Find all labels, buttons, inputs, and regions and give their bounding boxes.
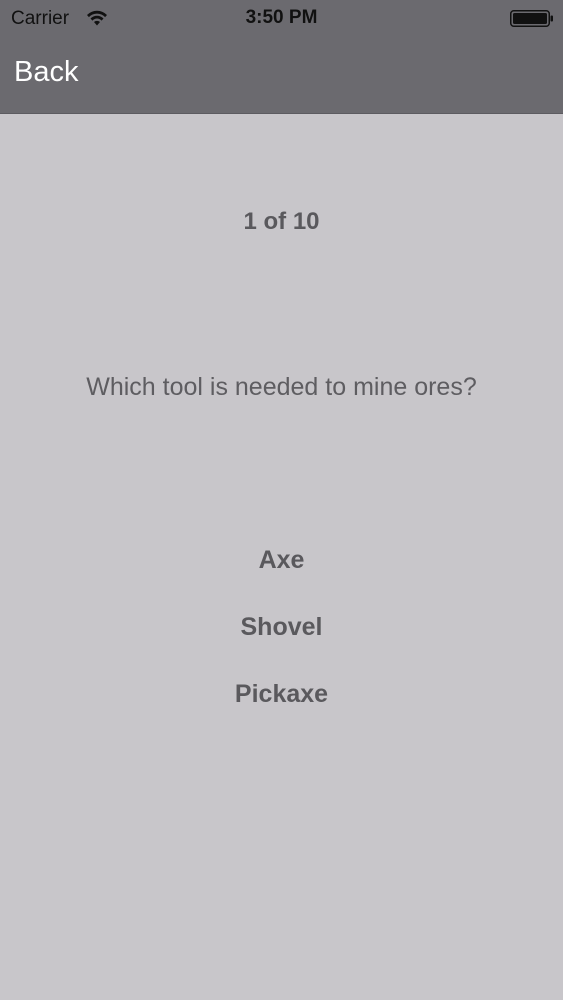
question-text: Which tool is needed to mine ores?	[86, 373, 477, 401]
question-progress: 1 of 10	[243, 208, 320, 235]
clock-time: 3:50 PM	[245, 7, 318, 28]
battery-icon	[510, 10, 553, 27]
answer-button-axe[interactable]: Axe	[0, 546, 563, 575]
answer-button-shovel[interactable]: Shovel	[0, 613, 563, 642]
status-bar: Carrier 3:50 PM	[0, 0, 563, 38]
quiz-screen: Carrier 3:50 PM Back 1 of 10 Which tool …	[0, 0, 563, 1000]
back-button[interactable]: Back	[14, 56, 78, 89]
answer-button-pickaxe[interactable]: Pickaxe	[0, 680, 563, 709]
navigation-bar: Carrier 3:50 PM Back	[0, 0, 563, 114]
